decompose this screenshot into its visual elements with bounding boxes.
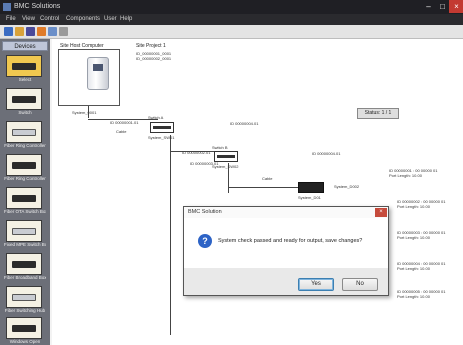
site-label: Site Project 1 (136, 43, 166, 49)
cursor-icon (12, 63, 36, 70)
node-label: Switch A (148, 115, 164, 120)
node-label: Cable (116, 129, 127, 134)
palette-thumb (6, 121, 42, 143)
menu-components[interactable]: Components (66, 15, 100, 24)
palette-thumb (6, 253, 42, 275)
confirm-dialog: BMC Solution × ? System check passed and… (183, 206, 389, 296)
node-label: System_0001 (72, 110, 97, 115)
status-box: Status: 1 / 1 (357, 108, 399, 119)
print-icon[interactable] (59, 27, 68, 36)
palette-thumb (6, 286, 42, 308)
palette-header: Devices (2, 41, 48, 51)
toolbar (0, 25, 463, 39)
save-icon[interactable] (26, 27, 35, 36)
connector (228, 187, 298, 188)
dialog-title: BMC Solution (188, 209, 222, 215)
node-label: ID 00000004.01 (230, 121, 259, 126)
annotation: Port Length: 10.00 (397, 266, 430, 271)
host-computer-node[interactable] (58, 49, 120, 106)
node-label: ID 00000001.01 (110, 120, 139, 125)
question-icon: ? (198, 234, 212, 248)
switch-node[interactable] (214, 151, 238, 162)
annotation: Port Length: 10.00 (397, 235, 430, 240)
window-title: BMC Solutions (14, 3, 61, 10)
palette-thumb (6, 55, 42, 77)
app-icon (3, 3, 11, 11)
hub-icon (12, 294, 36, 301)
dialog-close-button[interactable]: × (375, 208, 387, 217)
new-file-icon[interactable] (4, 27, 13, 36)
run-icon[interactable] (37, 27, 46, 36)
device-palette: Devices Select Switch Fiber Ring Control… (0, 39, 50, 345)
connector (170, 135, 171, 335)
settings-icon[interactable] (48, 27, 57, 36)
minimize-button[interactable]: – (421, 0, 436, 13)
annotation: Port Length: 10.00 (397, 294, 430, 299)
no-button[interactable]: No (342, 278, 378, 291)
palette-thumb (6, 317, 42, 339)
window-icon (12, 325, 36, 332)
node-label: System_D01 (298, 195, 321, 200)
annotation: Port Length: 10.00 (397, 204, 430, 209)
fiber-ring-icon (12, 162, 36, 169)
close-window-button[interactable]: × (449, 0, 463, 13)
dialog-body: ? System check passed and ready for outp… (184, 218, 388, 268)
diagram-canvas[interactable]: Site Host Computer Site Project 1 ID_000… (52, 39, 463, 345)
node-label: Switch B (212, 145, 228, 150)
palette-thumb (6, 187, 42, 209)
switch-icon (12, 96, 36, 103)
broadband-box-icon (12, 261, 36, 268)
menu-user[interactable]: User (104, 15, 117, 24)
maximize-button[interactable]: □ (435, 0, 450, 13)
node-label: System_SW02 (212, 164, 239, 169)
node-label: ID 00000004.01 (312, 151, 341, 156)
server-icon (87, 57, 109, 90)
yes-button[interactable]: Yes (298, 278, 334, 291)
dialog-footer: Yes No (184, 268, 388, 295)
switch-box-icon (12, 228, 36, 235)
menu-file[interactable]: File (6, 15, 16, 24)
node-label: System_SW01 (148, 135, 175, 140)
node-label: ID 00000002.01 (182, 150, 211, 155)
palette-thumb (6, 220, 42, 242)
annotation: Port Length: 10.00 (389, 173, 422, 178)
dialog-message: System check passed and ready for output… (218, 238, 363, 244)
site-sub-2: ID_00000002_0001 (136, 56, 172, 61)
application-window: BMC Solutions – □ × File View Control Co… (0, 0, 463, 345)
switch-icon (217, 155, 235, 158)
palette-thumb (6, 88, 42, 110)
menu-help[interactable]: Help (120, 15, 132, 24)
palette-thumb (6, 154, 42, 176)
switch-icon (153, 126, 171, 129)
menu-bar: File View Control Components User Help (0, 14, 463, 25)
device-node[interactable] (298, 182, 324, 193)
node-label: Cable (262, 176, 273, 181)
menu-view[interactable]: View (22, 15, 35, 24)
title-bar[interactable]: BMC Solutions – □ × (0, 0, 463, 14)
switch-box-icon (12, 195, 36, 202)
menu-control[interactable]: Control (40, 15, 59, 24)
fiber-ring-icon (12, 129, 36, 136)
open-folder-icon[interactable] (15, 27, 24, 36)
switch-node[interactable] (150, 122, 174, 133)
node-label: System_D002 (334, 184, 360, 189)
